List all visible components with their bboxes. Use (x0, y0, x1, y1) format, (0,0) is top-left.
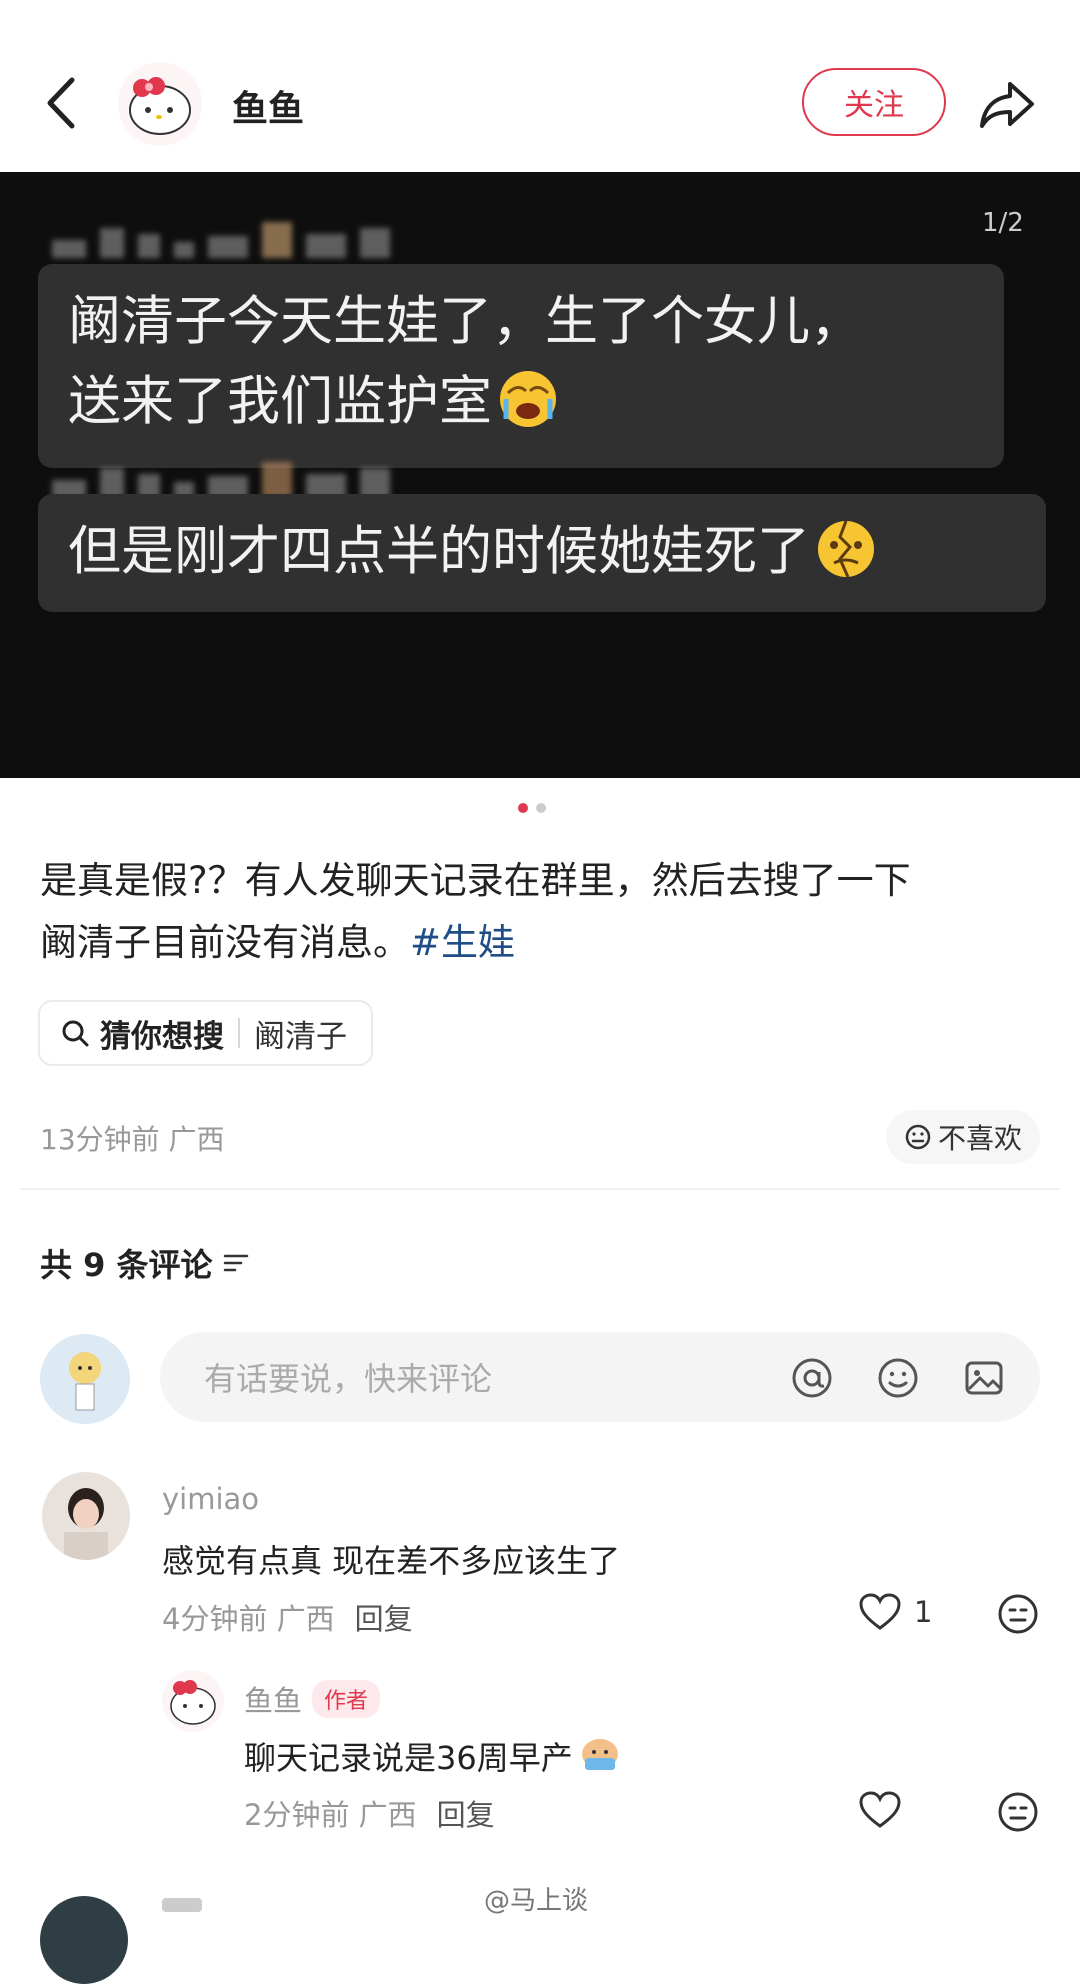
section-divider (20, 1188, 1060, 1190)
share-arrow-icon (980, 82, 1034, 128)
top-bar: 鱼鱼 关注 (0, 0, 1080, 172)
neutral-face-icon (998, 1594, 1038, 1634)
blurred-sender-name (52, 222, 390, 258)
reply-time-location: 2分钟前 广西 (244, 1798, 417, 1832)
heart-icon (859, 1593, 901, 1630)
comment-meta: 4分钟前 广西 回复 (162, 1596, 413, 1638)
commenter-name[interactable]: yimiao (162, 1482, 259, 1516)
reply-button[interactable]: 回复 (437, 1798, 495, 1832)
chat-bubble: 但是刚才四点半的时候她娃死了 (38, 494, 1046, 612)
follow-button[interactable]: 关注 (802, 68, 946, 136)
dislike-label: 不喜欢 (937, 1122, 1022, 1155)
post-text-line: 是真是假?？有人发聊天记录在群里，然后去搜了一下 (40, 859, 911, 902)
reply-author-name-row: 鱼鱼 作者 (244, 1678, 381, 1720)
post-text-line: 阚清子目前没有消息。 (40, 921, 410, 964)
neutral-face-icon (998, 1792, 1038, 1832)
reply-meta: 2分钟前 广西 回复 (244, 1792, 495, 1834)
blurred-sender-name (52, 462, 390, 498)
crying-face-emoji (498, 369, 558, 429)
at-icon[interactable] (790, 1356, 834, 1400)
dislike-button[interactable]: 不喜欢 (886, 1110, 1040, 1164)
carousel-dots (518, 803, 546, 813)
suggest-label: 猜你想搜 (100, 1018, 224, 1055)
suggest-term: 阚清子 (254, 1018, 347, 1055)
chevron-left-icon (47, 77, 75, 129)
comment-time-location: 4分钟前 广西 (162, 1602, 335, 1636)
chat-message-line: 送来了我们监护室 (68, 371, 492, 432)
dislike-comment-button[interactable] (996, 1592, 1040, 1640)
divider (238, 1018, 240, 1048)
author-badge: 作者 (312, 1680, 381, 1718)
dislike-comment-button[interactable] (996, 1790, 1040, 1838)
post-description: 是真是假?？有人发聊天记录在群里，然后去搜了一下 阚清子目前没有消息。#生娃 (40, 850, 1050, 974)
comments-count: 共 9 条评论 (40, 1246, 213, 1284)
commenter-avatar[interactable] (42, 1472, 130, 1560)
heart-icon (859, 1791, 901, 1828)
crying-emoji (579, 1732, 621, 1780)
reply-text-row: 聊天记录说是36周早产 (244, 1732, 621, 1780)
search-icon (62, 1020, 89, 1047)
neutral-face-icon (905, 1124, 931, 1150)
author-name[interactable]: 鱼鱼 (232, 80, 304, 132)
like-button[interactable] (858, 1790, 902, 1834)
reply-author-avatar[interactable] (162, 1670, 224, 1732)
post-image[interactable]: 1/2 阚清子今天生娃了，生了个女儿， 送来了我们监护室 但是刚才四点半的时候她… (0, 172, 1080, 778)
chat-message-line: 阚清子今天生娃了，生了个女儿， (68, 291, 863, 352)
sort-icon (223, 1254, 248, 1272)
comment-text: 感觉有点真 现在差不多应该生了 (162, 1542, 621, 1580)
my-avatar[interactable] (40, 1334, 130, 1424)
commenter-avatar[interactable] (40, 1896, 128, 1984)
reply-text: 聊天记录说是36周早产 (244, 1739, 573, 1777)
carousel-dot (536, 803, 546, 813)
comment-input-placeholder: 有话要说，快来评论 (204, 1360, 493, 1398)
back-button[interactable] (38, 68, 88, 138)
chat-bubble: 阚清子今天生娃了，生了个女儿， 送来了我们监护室 (38, 264, 1004, 468)
post-meta: 13分钟前 广西 (40, 1123, 225, 1156)
image-icon[interactable] (962, 1356, 1006, 1400)
author-avatar[interactable] (118, 62, 202, 146)
hashtag-link[interactable]: #生娃 (410, 921, 515, 964)
page-indicator: 1/2 (982, 208, 1024, 238)
broken-face-emoji (816, 519, 876, 579)
like-count: 1 (914, 1595, 933, 1629)
share-button[interactable] (976, 76, 1038, 132)
like-button[interactable]: 1 (858, 1592, 932, 1632)
comments-count-header[interactable]: 共 9 条评论 (40, 1240, 249, 1286)
emoji-icon[interactable] (876, 1356, 920, 1400)
carousel-dot-active (518, 803, 528, 813)
watermark: @马上谈 (484, 1886, 589, 1916)
suggested-search[interactable]: 猜你想搜 阚清子 (38, 1000, 373, 1066)
commenter-name-partial (162, 1898, 202, 1912)
reply-author-name[interactable]: 鱼鱼 (244, 1684, 302, 1718)
reply-button[interactable]: 回复 (355, 1602, 413, 1636)
chat-message-line: 但是刚才四点半的时候她娃死了 (68, 521, 810, 582)
